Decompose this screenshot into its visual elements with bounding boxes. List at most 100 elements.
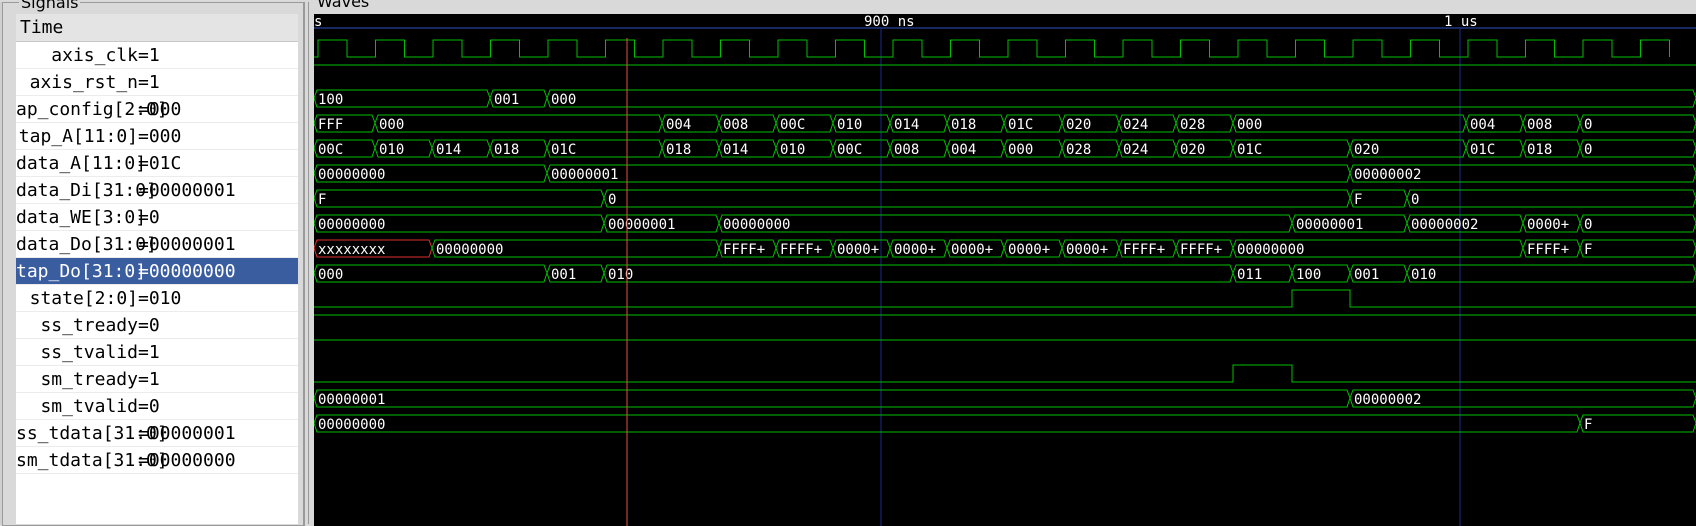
data-di-value: 00000002 [1354, 167, 1421, 183]
signal-row[interactable]: sm_tdata[31:0]=00000000 [16, 447, 298, 474]
data-a-value: 018 [1527, 142, 1552, 158]
tap-a-value: 014 [894, 117, 919, 133]
state-value: 001 [551, 267, 576, 283]
tap-a-value: 0 [1584, 117, 1592, 133]
data-do-value: 00000002 [1411, 217, 1478, 233]
sm-tdata-segment [1579, 414, 1696, 433]
state-value: 010 [1411, 267, 1436, 283]
signal-name: ss_tdata[31:0] [16, 423, 168, 444]
data-a-value: 008 [894, 142, 919, 158]
data-a-value: 01C [551, 142, 576, 158]
signal-row[interactable]: sm_tready=1 [16, 366, 298, 393]
signal-row[interactable]: tap_A[11:0]=000 [16, 123, 298, 150]
signal-value: =00000001 [138, 423, 236, 444]
tap-do-value: 00000000 [436, 242, 503, 258]
data-do-value: 00000000 [318, 217, 385, 233]
signal-value: =1 [138, 45, 160, 66]
signals-panel-title: Signals [19, 0, 81, 11]
signal-name: data_Do[31:0] [16, 234, 157, 255]
sm-tdata-value: 00000000 [318, 417, 385, 433]
sm-tdata-segment [314, 414, 1581, 433]
signal-row[interactable]: state[2:0]=010 [16, 285, 298, 312]
signal-row[interactable]: data_A[11:0]=01C [16, 150, 298, 177]
timeline-label: 1 us [1444, 14, 1478, 30]
waveform-canvas[interactable]: s 900 ns 1 us100 001 000FFF 000 004 008 00C 010 01… [314, 14, 1696, 526]
signal-name: axis_rst_n [29, 72, 138, 93]
signal-value: =00000000 [138, 450, 236, 471]
signal-row[interactable]: axis_rst_n=1 [16, 69, 298, 96]
signal-list[interactable]: Time axis_clk=1 axis_rst_n=1 ap_config[2:0… [16, 14, 298, 524]
signal-name: data_Di[31:0] [16, 180, 157, 201]
signal-row[interactable]: tap_Do[31:0]=00000000 [16, 258, 298, 285]
signal-row[interactable]: ss_tvalid=1 [16, 339, 298, 366]
data-we-value: F [318, 192, 326, 208]
tap-a-segment [1232, 114, 1467, 133]
signal-row[interactable]: axis_clk=1 [16, 42, 298, 69]
signal-row[interactable]: data_WE[3:0]=0 [16, 204, 298, 231]
data-we-value: 0 [608, 192, 616, 208]
data-do-value: 00000001 [1296, 217, 1363, 233]
tap-do-value: F [1584, 242, 1592, 258]
ap-config-segment [546, 89, 1696, 108]
ap-config-value: 100 [318, 92, 343, 108]
tap-do-value: 0000+ [894, 242, 936, 258]
state-value: 001 [1354, 267, 1379, 283]
tap-do-value: 00000000 [1237, 242, 1304, 258]
tap-a-value: 00C [780, 117, 805, 133]
data-a-value: 01C [1237, 142, 1262, 158]
wave-viewer[interactable]: s 900 ns 1 us 100 001 000 FFF 000 004 008 00C 010 01… [314, 14, 1696, 526]
tap-do-value: 0000+ [1066, 242, 1108, 258]
tap-do-value: FFFF+ [780, 242, 822, 258]
ss-tready-wave [314, 289, 1696, 308]
signal-value: =0 [138, 315, 160, 336]
signal-name: sm_tvalid [40, 396, 138, 417]
data-a-value: 00C [318, 142, 343, 158]
sm-tdata-value: F [1584, 417, 1592, 433]
signal-row[interactable]: ss_tdata[31:0]=00000001 [16, 420, 298, 447]
data-a-value: 010 [379, 142, 404, 158]
ap-config-value: 001 [494, 92, 519, 108]
signal-row[interactable]: ap_config[2:0]=000 [16, 96, 298, 123]
state-value: 011 [1237, 267, 1262, 283]
data-a-value: 000 [1008, 142, 1033, 158]
signal-name: sm_tdata[31:0] [16, 450, 168, 471]
timeline-label: s [314, 14, 322, 30]
signal-name: sm_tready [40, 369, 138, 390]
data-do-value: 00000001 [608, 217, 675, 233]
data-do-value: 0 [1584, 217, 1592, 233]
timeline-bar [314, 14, 1696, 28]
tap-do-segment [1579, 239, 1696, 258]
data-a-value: 010 [780, 142, 805, 158]
tap-do-value: 0000+ [837, 242, 879, 258]
data-a-value: 020 [1354, 142, 1379, 158]
data-a-segment [1579, 139, 1696, 158]
data-a-value: 004 [951, 142, 976, 158]
data-a-value: 014 [436, 142, 461, 158]
signal-row[interactable]: data_Do[31:0]=00000001 [16, 231, 298, 258]
signal-row[interactable]: sm_tvalid=0 [16, 393, 298, 420]
ap-config-value: 000 [551, 92, 576, 108]
data-we-segment [603, 189, 1351, 208]
data-a-value: 020 [1180, 142, 1205, 158]
tap-do-value: FFFF+ [723, 242, 765, 258]
signal-value: =0 [138, 207, 160, 228]
data-a-value: 024 [1123, 142, 1148, 158]
data-we-value: F [1354, 192, 1362, 208]
data-di-value: 00000000 [318, 167, 385, 183]
data-a-value: 018 [666, 142, 691, 158]
tap-a-value: 018 [951, 117, 976, 133]
signal-row[interactable]: ss_tready=0 [16, 312, 298, 339]
state-value: 010 [608, 267, 633, 283]
signal-value: =01C [138, 153, 182, 174]
signal-value: =000 [138, 126, 182, 147]
tap-a-value: 000 [1237, 117, 1262, 133]
data-we-segment [314, 189, 605, 208]
signal-name: data_WE[3:0] [16, 207, 147, 228]
tap-a-value: 004 [666, 117, 691, 133]
signal-name: axis_clk [51, 45, 138, 66]
data-a-value: 0 [1584, 142, 1592, 158]
tap-a-value: 010 [837, 117, 862, 133]
state-segment [1406, 264, 1696, 283]
data-a-value: 014 [723, 142, 748, 158]
signal-row[interactable]: data_Di[31:0]=00000001 [16, 177, 298, 204]
